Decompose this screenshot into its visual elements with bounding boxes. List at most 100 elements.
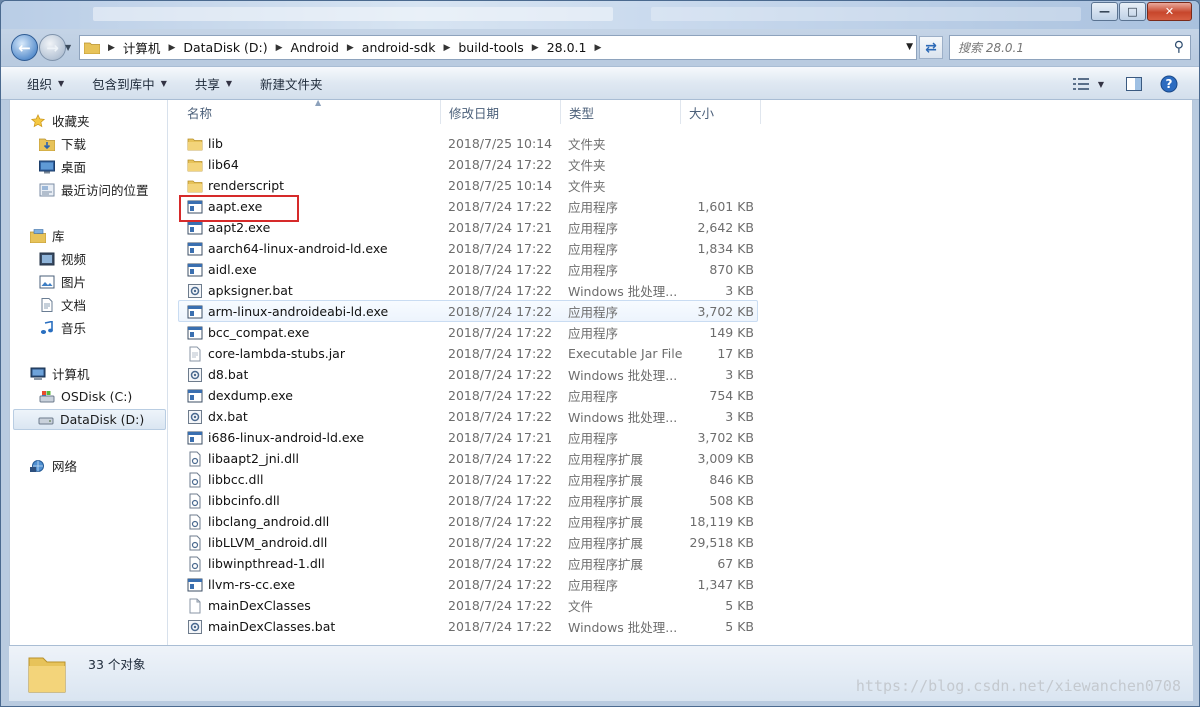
new-folder-button[interactable]: 新建文件夹 [248,71,335,95]
file-type: 应用程序 [568,326,619,341]
recent-pages-dropdown[interactable]: ▼ [65,43,75,53]
nav-documents[interactable]: 文档 [39,294,86,315]
include-library-button[interactable]: 包含到库中 ▼ [80,71,179,95]
file-row[interactable]: lib64 2018/7/24 17:22 文件夹 [169,154,1193,175]
organize-button[interactable]: 组织 ▼ [15,71,76,95]
column-header-size[interactable]: 大小 [681,100,761,124]
nav-libraries[interactable]: 库 [30,225,65,246]
file-row[interactable]: libwinpthread-1.dll 2018/7/24 17:22 应用程序扩展… [169,553,1193,574]
batch-file-icon [188,409,202,424]
navigation-pane: 收藏夹 下载 桌面 最近访问的位置 库 视频 图片 文档 音乐 计算机 OSDi… [10,100,168,645]
file-row[interactable]: mainDexClasses 2018/7/24 17:22 文件 5 KB [169,595,1193,616]
preview-pane-button[interactable] [1123,73,1145,95]
nav-favorites[interactable]: 收藏夹 [30,110,90,131]
breadcrumb-item[interactable]: 计算机 [119,38,165,57]
chevron-down-icon: ▼ [1097,79,1105,89]
breadcrumb-item[interactable]: Android [287,40,343,55]
file-row[interactable]: arm-linux-androideabi-ld.exe 2018/7/24 17… [178,300,758,322]
close-button[interactable]: ✕ [1147,2,1192,21]
nav-datadisk-d[interactable]: DataDisk (D:) [13,409,166,430]
refresh-button[interactable]: ⇄ [919,36,943,59]
column-header-name[interactable]: 名称 ▲ [179,100,441,124]
breadcrumb-separator-icon[interactable]: ▶ [439,43,454,53]
breadcrumb-separator-icon[interactable]: ▶ [590,43,605,53]
column-header-type[interactable]: 类型 [561,100,681,124]
drive-icon [38,417,54,424]
nav-music[interactable]: 音乐 [39,317,86,338]
share-button[interactable]: 共享 ▼ [183,71,244,95]
breadcrumb-item[interactable]: build-tools [454,40,527,55]
address-bar[interactable]: ▶ 计算机 ▶ DataDisk (D:) ▶ Android ▶ android-sdk ▶ b… [79,35,917,60]
exe-file-icon [187,326,203,339]
file-name: aarch64-linux-android-ld.exe [187,238,388,259]
nav-osdisk-c[interactable]: OSDisk (C:) [39,386,132,407]
breadcrumb-separator-icon[interactable]: ▶ [164,43,179,53]
file-row[interactable]: d8.bat 2018/7/24 17:22 Windows 批处理... 3 KB [169,364,1193,385]
chevron-down-icon: ▼ [65,43,72,52]
back-button[interactable]: ← [11,34,38,61]
exe-file-icon [187,431,203,444]
file-row[interactable]: libaapt2_jni.dll 2018/7/24 17:22 应用程序扩展 3,0… [169,448,1193,469]
file-row[interactable]: bcc_compat.exe 2018/7/24 17:22 应用程序 149 KB [169,322,1193,343]
forward-button[interactable]: → [39,34,66,61]
file-type: 应用程序 [568,200,619,215]
file-row[interactable]: aidl.exe 2018/7/24 17:22 应用程序 870 KB [169,259,1193,280]
file-type: 应用程序扩展 [568,494,644,509]
file-row[interactable]: aarch64-linux-android-ld.exe 2018/7/24 17… [169,238,1193,259]
nav-downloads[interactable]: 下载 [39,133,86,154]
file-size: 67 KB [717,556,754,571]
file-row[interactable]: libclang_android.dll 2018/7/24 17:22 应用程序扩… [169,511,1193,532]
file-size: 1,601 KB [697,199,754,214]
address-dropdown[interactable]: ▼ [906,42,913,52]
search-box[interactable]: ⚲ [949,35,1191,60]
nav-network[interactable]: 网络 [30,455,77,476]
breadcrumb-separator-icon[interactable]: ▶ [528,43,543,53]
file-size: 846 KB [709,472,754,487]
file-size: 18,119 KB [689,514,754,529]
file-date: 2018/7/24 17:22 [448,493,553,508]
nav-pictures[interactable]: 图片 [39,271,86,292]
nav-desktop[interactable]: 桌面 [39,156,86,177]
breadcrumb-separator-icon[interactable]: ▶ [104,43,119,53]
file-type: 应用程序 [568,221,619,236]
exe-file-icon [187,305,203,318]
file-row[interactable]: lib 2018/7/25 10:14 文件夹 [169,133,1193,154]
file-row[interactable]: mainDexClasses.bat 2018/7/24 17:22 Windows… [169,616,1193,637]
file-row[interactable]: libbcc.dll 2018/7/24 17:22 应用程序扩展 846 KB [169,469,1193,490]
help-button[interactable]: ? [1158,73,1180,95]
file-row[interactable]: dexdump.exe 2018/7/24 17:22 应用程序 754 KB [169,385,1193,406]
file-size: 17 KB [717,346,754,361]
file-row[interactable]: aapt.exe 2018/7/24 17:22 应用程序 1,601 KB [169,196,1193,217]
breadcrumb-separator-icon[interactable]: ▶ [343,43,358,53]
column-type-label: 类型 [569,105,595,121]
column-header-date[interactable]: 修改日期 [441,100,561,124]
file-name-text: libbcc.dll [208,472,264,487]
maximize-button[interactable]: □ [1119,2,1146,21]
breadcrumb-separator-icon[interactable]: ▶ [272,43,287,53]
file-row[interactable]: llvm-rs-cc.exe 2018/7/24 17:22 应用程序 1,347 K… [169,574,1193,595]
search-input[interactable] [958,40,1168,55]
breadcrumb-item[interactable]: 28.0.1 [543,40,591,55]
nav-recent-places[interactable]: 最近访问的位置 [39,179,149,200]
file-type: 应用程序 [568,578,619,593]
file-row[interactable]: aapt2.exe 2018/7/24 17:21 应用程序 2,642 KB [169,217,1193,238]
minimize-button[interactable]: — [1091,2,1118,21]
view-options-button[interactable]: ▼ [1067,73,1109,95]
breadcrumb-item[interactable]: android-sdk [358,40,440,55]
sort-ascending-icon: ▲ [315,100,322,107]
file-date: 2018/7/24 17:22 [448,451,553,466]
file-row[interactable]: dx.bat 2018/7/24 17:22 Windows 批处理... 3 KB [169,406,1193,427]
file-row[interactable]: renderscript 2018/7/25 10:14 文件夹 [169,175,1193,196]
file-row[interactable]: libLLVM_android.dll 2018/7/24 17:22 应用程序扩展… [169,532,1193,553]
file-row[interactable]: libbcinfo.dll 2018/7/24 17:22 应用程序扩展 508 KB [169,490,1193,511]
file-name-text: core-lambda-stubs.jar [208,346,345,361]
folder-icon [187,159,203,171]
file-row[interactable]: i686-linux-android-ld.exe 2018/7/24 17:21… [169,427,1193,448]
breadcrumb-item[interactable]: DataDisk (D:) [179,40,271,55]
computer-icon [30,367,46,380]
file-row[interactable]: core-lambda-stubs.jar 2018/7/24 17:22 Exec… [169,343,1193,364]
nav-computer[interactable]: 计算机 [30,363,90,384]
help-icon: ? [1160,75,1178,93]
nav-videos[interactable]: 视频 [39,248,86,269]
file-row[interactable]: apksigner.bat 2018/7/24 17:22 Windows 批处理.… [169,280,1193,301]
